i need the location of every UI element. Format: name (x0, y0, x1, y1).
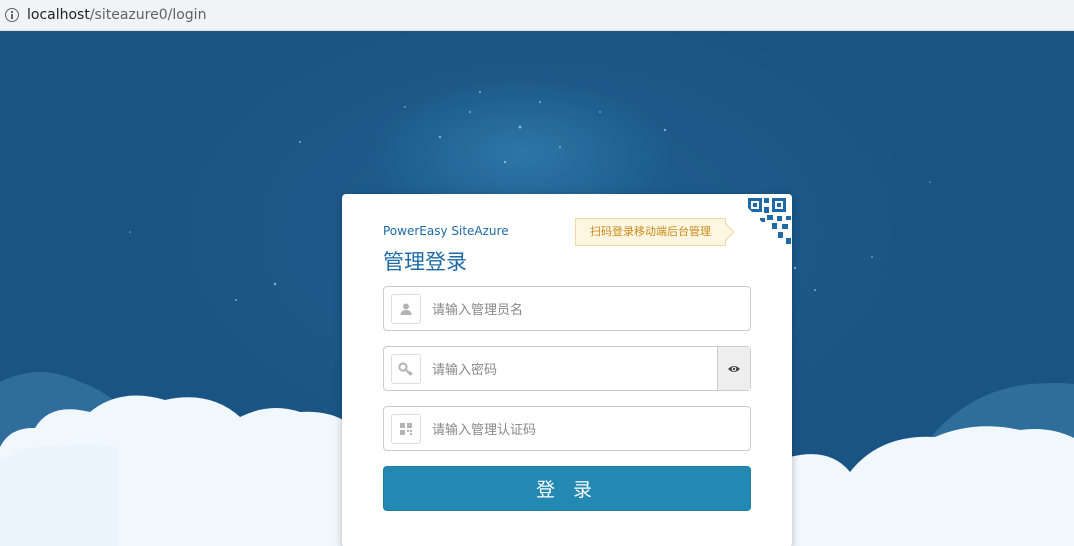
user-icon (391, 293, 421, 324)
address-bar[interactable]: localhost/siteazure0/login (0, 0, 1074, 31)
captcha-field[interactable]: 请输入管理认证码 (383, 406, 751, 451)
url-text[interactable]: localhost/siteazure0/login (27, 7, 206, 23)
username-field[interactable]: 请输入管理员名 (383, 286, 751, 331)
url-host: localhost (27, 7, 90, 23)
captcha-icon (391, 413, 421, 444)
qr-code-icon[interactable] (734, 194, 792, 252)
username-placeholder: 请输入管理员名 (432, 303, 524, 318)
info-icon[interactable] (5, 8, 19, 22)
captcha-placeholder: 请输入管理认证码 (432, 423, 537, 438)
url-path: /siteazure0/login (89, 7, 207, 23)
page-title: 管理登录 (383, 250, 467, 274)
password-placeholder: 请输入密码 (432, 363, 498, 378)
login-panel: PowerEasy SiteAzure 管理登录 扫码登录移动端后台管理 请输入… (342, 194, 792, 546)
show-password-toggle[interactable] (717, 347, 750, 390)
key-icon (391, 353, 421, 384)
login-button[interactable]: 登 录 (383, 466, 751, 511)
password-field[interactable]: 请输入密码 (383, 346, 751, 391)
eye-icon (728, 365, 740, 372)
login-background: PowerEasy SiteAzure 管理登录 扫码登录移动端后台管理 请输入… (0, 32, 1074, 546)
qr-login-tooltip: 扫码登录移动端后台管理 (575, 218, 726, 246)
brand-name: PowerEasy SiteAzure (383, 224, 509, 238)
